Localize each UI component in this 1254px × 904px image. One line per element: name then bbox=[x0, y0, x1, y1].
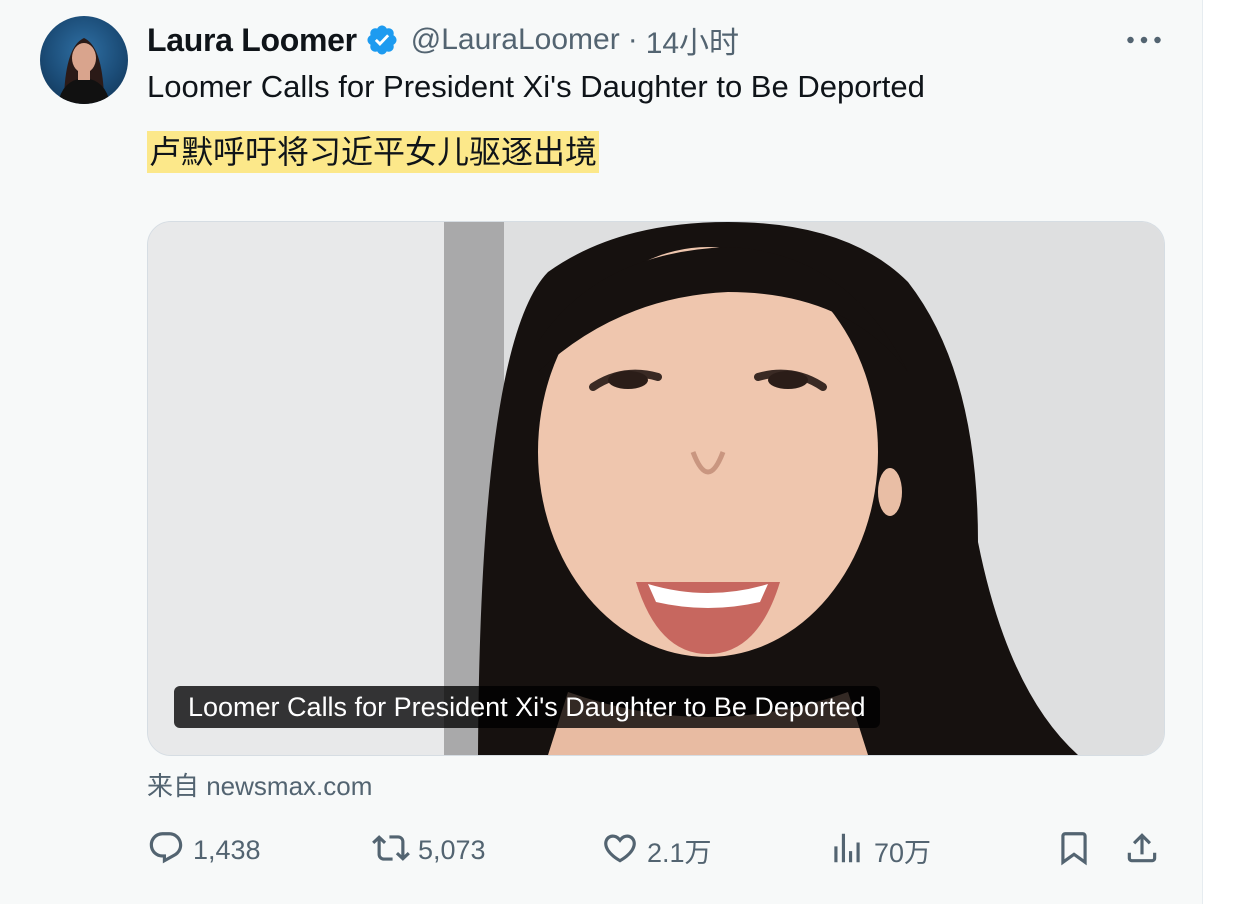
reply-count: 1,438 bbox=[193, 834, 261, 865]
tweet[interactable]: Laura Loomer @LauraLoomer · 14小时 Loomer … bbox=[0, 0, 1203, 904]
repost-icon bbox=[372, 829, 410, 872]
author-name[interactable]: Laura Loomer bbox=[147, 22, 357, 59]
share-button[interactable] bbox=[1123, 822, 1161, 878]
tweet-header: Laura Loomer @LauraLoomer · 14小时 bbox=[147, 18, 739, 62]
like-count: 2.1万 bbox=[647, 837, 712, 868]
timestamp[interactable]: 14小时 bbox=[646, 18, 739, 62]
view-count: 70万 bbox=[874, 837, 932, 868]
card-title: Loomer Calls for President Xi's Daughter… bbox=[174, 686, 880, 728]
reply-button[interactable]: 1,438 bbox=[147, 822, 261, 878]
avatar[interactable] bbox=[40, 16, 128, 104]
bookmark-icon bbox=[1055, 829, 1093, 872]
views-button[interactable]: 70万 bbox=[828, 822, 931, 878]
share-icon bbox=[1123, 829, 1161, 872]
like-button[interactable]: 2.1万 bbox=[601, 822, 712, 878]
repost-button[interactable]: 5,073 bbox=[372, 822, 486, 878]
translated-text: 卢默呼吁将习近平女儿驱逐出境 bbox=[147, 131, 600, 173]
separator-dot: · bbox=[627, 23, 638, 56]
reply-icon bbox=[147, 829, 185, 872]
bookmark-button[interactable] bbox=[1055, 822, 1093, 878]
tweet-text: Loomer Calls for President Xi's Daughter… bbox=[147, 69, 925, 104]
views-icon bbox=[828, 829, 866, 872]
more-icon[interactable] bbox=[1122, 22, 1166, 58]
repost-count: 5,073 bbox=[418, 834, 486, 865]
card-source[interactable]: 来自 newsmax.com bbox=[147, 766, 372, 803]
author-handle[interactable]: @LauraLoomer bbox=[411, 23, 620, 57]
card-image bbox=[148, 222, 1164, 755]
like-icon bbox=[601, 829, 639, 872]
action-bar: 1,438 5,073 2.1万 70万 bbox=[0, 822, 1202, 882]
verified-badge-icon[interactable] bbox=[365, 23, 399, 57]
link-card[interactable]: Loomer Calls for President Xi's Daughter… bbox=[147, 221, 1165, 756]
